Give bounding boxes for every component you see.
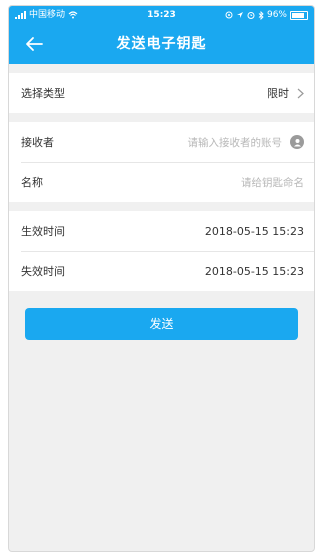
end-time-row[interactable]: 失效时间 2018-05-15 15:23 xyxy=(9,251,314,291)
contact-icon[interactable] xyxy=(290,135,304,149)
page-title: 发送电子钥匙 xyxy=(116,36,207,52)
receiver-label: 接收者 xyxy=(21,136,54,149)
type-selector-row[interactable]: 选择类型 限时 xyxy=(9,73,314,113)
location-icon xyxy=(236,12,243,18)
phone-screen: 中国移动 15:23 96% 发送电子钥匙 选择类型 限时 接收者 请输入接收者… xyxy=(8,5,315,552)
receiver-group: 接收者 请输入接收者的账号 名称 请给钥匙命名 xyxy=(9,122,314,202)
bluetooth-icon xyxy=(258,10,264,20)
battery-percent: 96% xyxy=(266,10,287,20)
name-row[interactable]: 名称 请给钥匙命名 xyxy=(9,162,314,202)
status-right: 96% xyxy=(225,6,308,24)
send-button[interactable]: 发送 xyxy=(25,308,298,340)
chevron-right-icon xyxy=(297,88,304,98)
type-value-wrap: 限时 xyxy=(267,85,304,101)
receiver-input[interactable]: 请输入接收者的账号 xyxy=(188,135,283,150)
status-bar: 中国移动 15:23 96% xyxy=(9,6,314,24)
receiver-row[interactable]: 接收者 请输入接收者的账号 xyxy=(9,122,314,162)
time-group: 生效时间 2018-05-15 15:23 失效时间 2018-05-15 15… xyxy=(9,211,314,291)
end-time-label: 失效时间 xyxy=(21,265,65,278)
battery-icon xyxy=(290,10,308,20)
name-label: 名称 xyxy=(21,176,43,189)
start-time-row[interactable]: 生效时间 2018-05-15 15:23 xyxy=(9,211,314,251)
name-input[interactable]: 请给钥匙命名 xyxy=(241,175,304,190)
start-time-label: 生效时间 xyxy=(21,225,65,238)
end-time-value[interactable]: 2018-05-15 15:23 xyxy=(205,265,304,278)
navigation-bar: 发送电子钥匙 xyxy=(9,24,314,64)
type-value: 限时 xyxy=(267,87,289,100)
type-group: 选择类型 限时 xyxy=(9,73,314,113)
lock-rotation-icon xyxy=(225,11,233,19)
alarm-icon xyxy=(247,12,255,19)
type-label: 选择类型 xyxy=(21,87,65,100)
start-time-value[interactable]: 2018-05-15 15:23 xyxy=(205,225,304,238)
receiver-input-wrap: 请输入接收者的账号 xyxy=(188,135,304,150)
header: 中国移动 15:23 96% 发送电子钥匙 xyxy=(9,6,314,64)
